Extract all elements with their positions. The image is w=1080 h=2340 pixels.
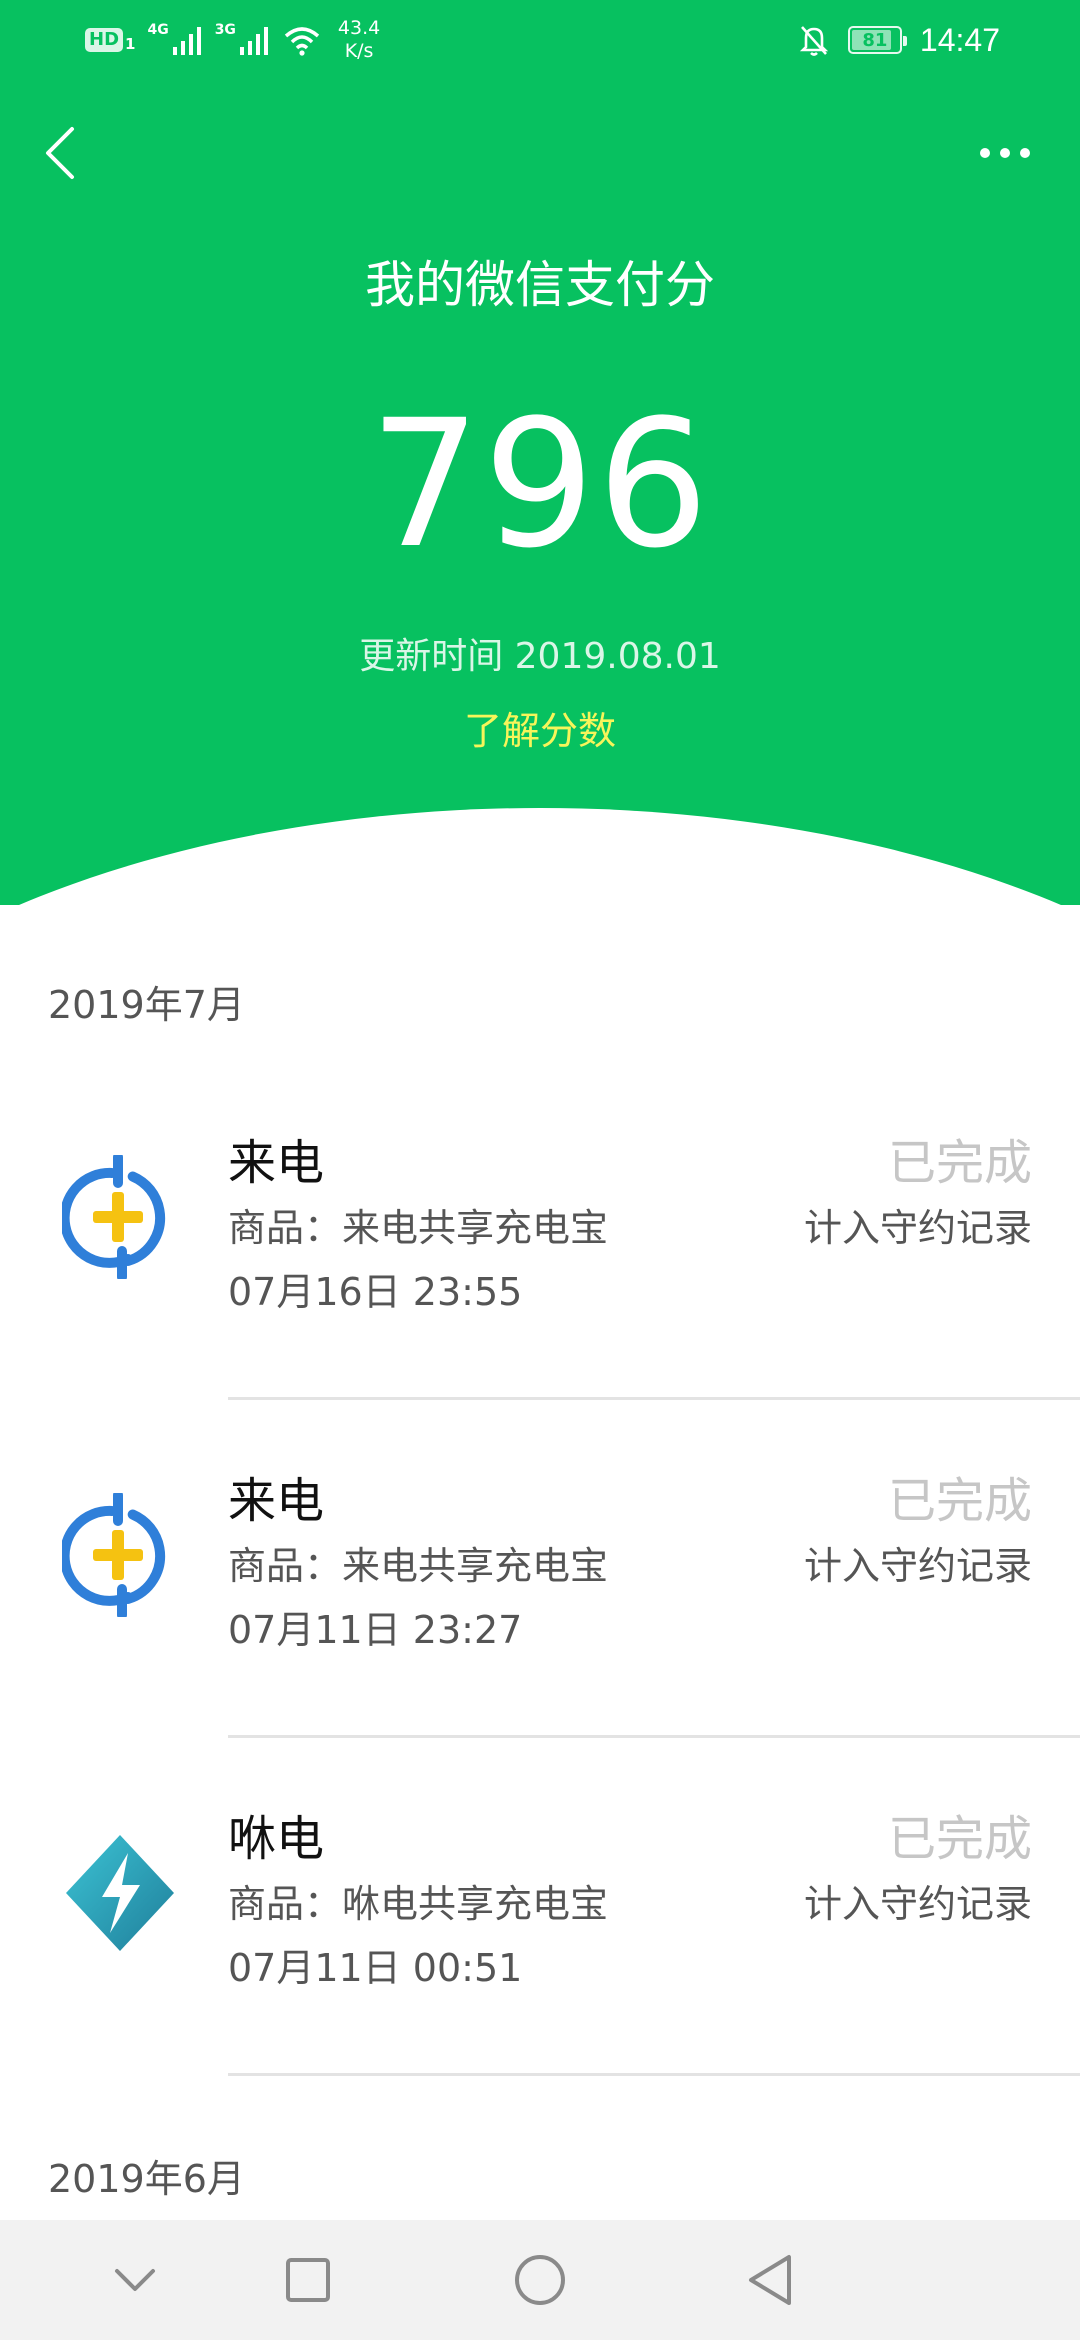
speed-value: 43.4	[337, 17, 381, 39]
learn-score-link[interactable]: 了解分数	[0, 706, 1080, 756]
page-title: 我的微信支付分	[365, 256, 715, 314]
merchant-name: 来电	[228, 1135, 325, 1191]
product-label: 商品：咻电共享充电宝	[228, 1882, 609, 1926]
more-dot-icon	[980, 147, 990, 158]
status-left: HD 1 4G 3G 43.4 K/s	[85, 17, 380, 63]
back-nav-button[interactable]	[740, 2250, 800, 2310]
signal-icon	[172, 27, 201, 55]
status-bar: HD 1 4G 3G 43.4 K/s 81 14:47	[0, 0, 1080, 80]
laidian-logo-icon	[62, 1493, 166, 1617]
network-speed: 43.4 K/s	[338, 17, 380, 63]
merchant-name: 来电	[228, 1473, 325, 1529]
signal-icon-2	[239, 27, 268, 55]
record-item[interactable]: 来电 商品：来电共享充电宝 07月16日 23:55 已完成 计入守约记录	[0, 1060, 1080, 1400]
more-dot-icon	[1020, 147, 1030, 158]
record-item[interactable]: 咻电 商品：咻电共享充电宝 07月11日 00:51 已完成 计入守约记录	[0, 1736, 1080, 2076]
record-status: 已完成	[887, 1811, 1032, 1867]
score-header: HD 1 4G 3G 43.4 K/s 81 14:47 我的微信支付分 796…	[0, 0, 1080, 905]
record-status: 已完成	[887, 1135, 1032, 1191]
recent-apps-button[interactable]	[278, 2250, 338, 2310]
month-header: 2019年6月	[48, 2157, 245, 2201]
status-clock: 14:47	[919, 21, 1000, 58]
record-note: 计入守约记录	[803, 1544, 1032, 1588]
product-label: 商品：来电共享充电宝	[228, 1206, 609, 1250]
record-time: 07月11日 00:51	[228, 1946, 523, 1990]
chevron-left-icon	[46, 126, 74, 179]
speed-unit: K/s	[344, 40, 374, 62]
network-type-2: 3G	[214, 22, 236, 38]
laidian-logo-icon	[62, 1155, 166, 1279]
system-nav-bar	[0, 2220, 1080, 2340]
sim1-label: 1	[125, 35, 136, 53]
month-header: 2019年7月	[48, 983, 245, 1027]
battery-indicator: 81	[847, 26, 907, 54]
xiudian-logo-icon	[66, 1835, 174, 1951]
record-time: 07月11日 23:27	[228, 1608, 523, 1652]
header-curve	[0, 808, 1080, 905]
network-type-1: 4G	[147, 22, 169, 38]
recent-apps-icon	[286, 2258, 330, 2302]
back-button[interactable]	[30, 115, 90, 190]
chevron-down-icon	[115, 2269, 155, 2291]
record-time: 07月16日 23:55	[228, 1270, 523, 1314]
wifi-icon	[284, 27, 320, 56]
more-dot-icon	[1000, 147, 1010, 158]
record-note: 计入守约记录	[803, 1206, 1032, 1250]
record-item[interactable]: 来电 商品：来电共享充电宝 07月11日 23:27 已完成 计入守约记录	[0, 1398, 1080, 1738]
merchant-name: 咻电	[228, 1811, 325, 1867]
product-label: 商品：来电共享充电宝	[228, 1544, 609, 1588]
more-options-button[interactable]	[960, 125, 1050, 180]
hd-badge: HD	[85, 28, 124, 52]
update-time: 更新时间 2019.08.01	[359, 636, 721, 677]
status-right: 81 14:47	[798, 18, 1000, 62]
credit-score: 796	[369, 382, 711, 587]
home-icon	[515, 2255, 565, 2305]
home-button[interactable]	[510, 2250, 570, 2310]
battery-level: 81	[862, 29, 888, 51]
record-note: 计入守约记录	[803, 1882, 1032, 1926]
divider	[228, 2073, 1080, 2076]
mute-bell-icon	[799, 26, 829, 56]
back-triangle-icon	[749, 2255, 791, 2305]
collapse-nav-button[interactable]	[105, 2250, 165, 2310]
record-status: 已完成	[887, 1473, 1032, 1529]
